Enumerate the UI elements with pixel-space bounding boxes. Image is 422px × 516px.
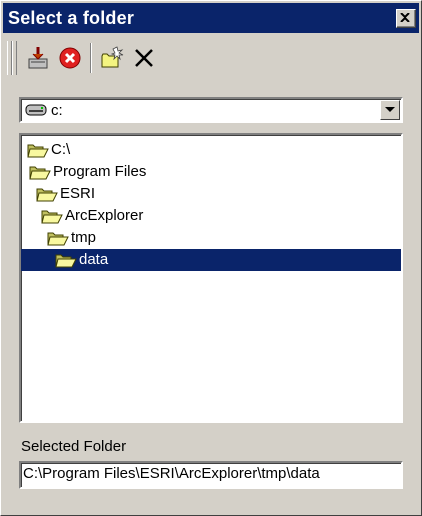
title-bar[interactable]: Select a folder <box>3 3 419 33</box>
open-folder-icon <box>36 188 58 202</box>
tree-item-label: Program Files <box>53 163 147 180</box>
close-icon <box>400 13 410 22</box>
download-folder-button[interactable] <box>23 43 53 73</box>
tree-item-label: C:\ <box>51 141 71 158</box>
delete-icon <box>135 49 153 67</box>
open-folder-icon <box>29 166 51 180</box>
window-title: Select a folder <box>8 8 135 28</box>
tree-item-label: tmp <box>71 229 97 246</box>
tree-item-esri[interactable]: ESRI <box>36 183 97 205</box>
tree-item-program-files[interactable]: Program Files <box>29 161 148 183</box>
drive-icon <box>25 104 47 116</box>
tree-item-label: ESRI <box>60 185 96 202</box>
chevron-down-icon <box>385 107 395 112</box>
open-folder-icon <box>41 210 63 224</box>
open-folder-icon <box>27 144 49 158</box>
toolbar-grip[interactable] <box>12 41 17 75</box>
drive-dropdown-button[interactable] <box>380 100 400 120</box>
new-folder-icon <box>101 46 124 68</box>
tree-item-c-root[interactable]: C:\ <box>27 139 72 161</box>
download-folder-icon <box>28 47 48 69</box>
tree-item-data[interactable]: data <box>21 249 401 271</box>
open-folder-icon <box>47 232 69 246</box>
stop-icon <box>59 47 81 69</box>
select-folder-dialog: Select a folder c: C:\ Program Files ESR… <box>0 0 422 516</box>
drive-label: c: <box>51 102 63 119</box>
delete-button[interactable] <box>129 43 159 73</box>
stop-button[interactable] <box>55 43 85 73</box>
selected-folder-field[interactable]: C:\Program Files\ESRI\ArcExplorer\tmp\da… <box>19 461 403 489</box>
tree-item-label: data <box>79 251 109 268</box>
open-folder-icon <box>55 254 77 268</box>
drive-select[interactable]: c: <box>19 97 403 123</box>
new-folder-button[interactable] <box>97 43 127 73</box>
tree-item-tmp[interactable]: tmp <box>47 227 98 249</box>
tree-item-arcexplorer[interactable]: ArcExplorer <box>41 205 145 227</box>
folder-tree[interactable]: C:\ Program Files ESRI ArcExplorer tmp d… <box>19 133 403 423</box>
close-button[interactable] <box>396 9 416 28</box>
selected-folder-label: Selected Folder <box>21 438 127 455</box>
toolbar <box>3 37 419 79</box>
tree-item-label: ArcExplorer <box>65 207 144 224</box>
toolbar-separator <box>90 43 92 73</box>
